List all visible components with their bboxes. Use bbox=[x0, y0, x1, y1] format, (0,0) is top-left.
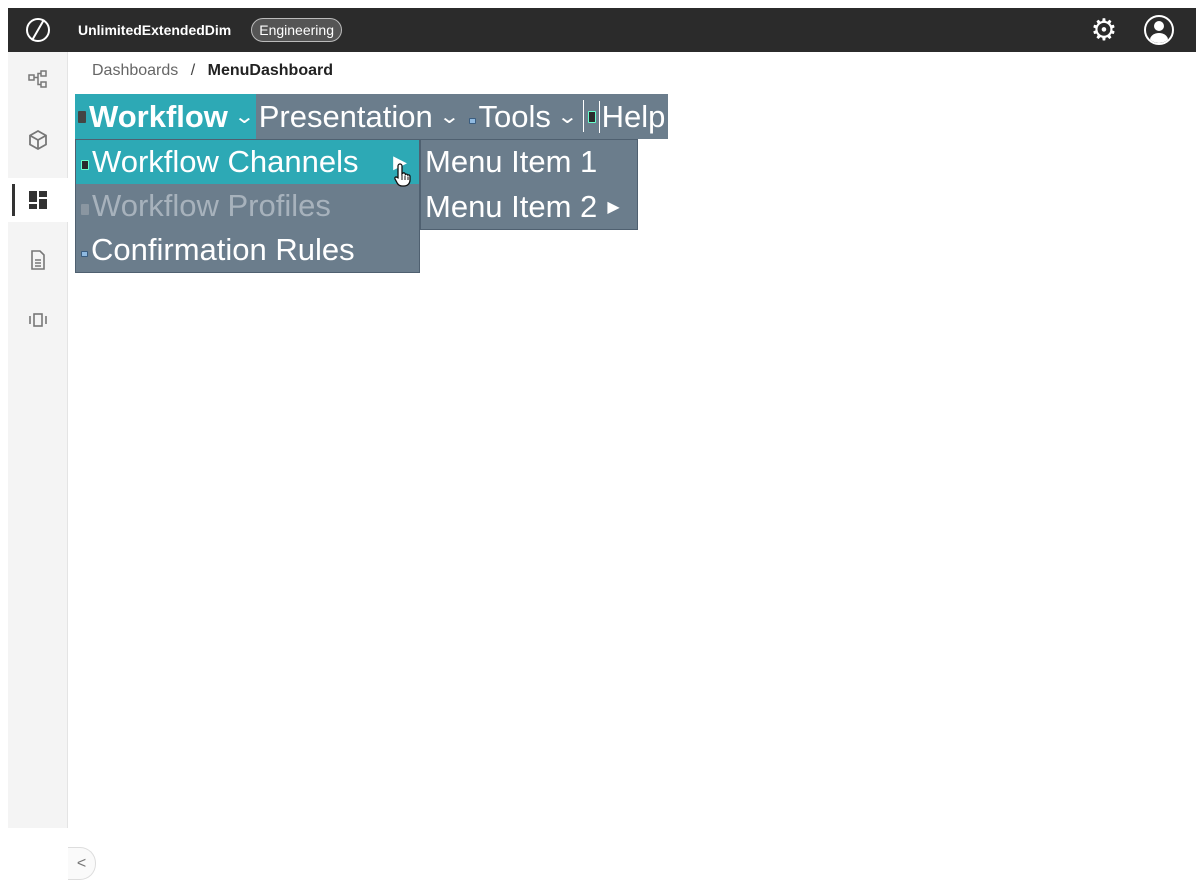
dropdown-item-workflow-channels[interactable]: Workflow Channels ▶ bbox=[76, 140, 419, 184]
menu-presentation-label: Presentation bbox=[258, 98, 433, 134]
menu-divider bbox=[582, 100, 584, 132]
document-icon bbox=[31, 250, 45, 270]
hand-pointer-cursor-icon bbox=[394, 163, 411, 187]
app-logo-icon[interactable] bbox=[8, 8, 68, 52]
tools-menu-icon bbox=[468, 117, 476, 124]
sidebar-cube[interactable] bbox=[8, 118, 68, 162]
workflow-channels-icon bbox=[81, 160, 89, 170]
sidebar-documents[interactable] bbox=[8, 238, 68, 282]
top-bar: UnlimitedExtendedDim Engineering ⚙ bbox=[8, 8, 1196, 52]
dropdown-item-confirmation-rules[interactable]: Confirmation Rules bbox=[76, 228, 419, 272]
sidebar-hierarchy[interactable] bbox=[8, 58, 68, 102]
menu-help[interactable]: Help bbox=[587, 94, 669, 139]
chevron-down-icon: ⌄ bbox=[438, 106, 461, 128]
sidebar-dashboards[interactable] bbox=[8, 178, 68, 222]
help-menu-icon bbox=[587, 110, 596, 123]
hierarchy-icon bbox=[28, 70, 47, 88]
submenu-item-2[interactable]: Menu Item 2 ▶ bbox=[421, 185, 637, 229]
workflow-dropdown: Workflow Channels ▶ Workflow Profiles Co… bbox=[75, 139, 420, 273]
workflow-menu-icon bbox=[78, 110, 86, 123]
confirmation-rules-icon bbox=[81, 251, 88, 257]
dropdown-item-workflow-profiles[interactable]: Workflow Profiles bbox=[76, 184, 419, 228]
breadcrumb: Dashboards / MenuDashboard bbox=[92, 62, 333, 80]
menu-workflow-label: Workflow bbox=[89, 98, 228, 134]
menu-presentation[interactable]: Presentation ⌄ bbox=[256, 94, 461, 139]
submenu-item-1[interactable]: Menu Item 1 bbox=[421, 140, 637, 184]
environment-badge[interactable]: Engineering bbox=[251, 18, 342, 42]
breadcrumb-dashboards[interactable]: Dashboards bbox=[92, 62, 178, 79]
sidebar-carousel[interactable] bbox=[8, 298, 68, 342]
breadcrumb-current: MenuDashboard bbox=[207, 62, 333, 79]
workflow-profiles-icon bbox=[81, 203, 89, 215]
app-name[interactable]: UnlimitedExtendedDim bbox=[78, 22, 231, 38]
collapse-sidebar-chevron-left-icon[interactable]: < bbox=[68, 847, 96, 880]
chevron-down-icon: ⌄ bbox=[556, 106, 579, 128]
workflow-channels-submenu: Menu Item 1 Menu Item 2 ▶ bbox=[420, 139, 638, 230]
dropdown-item-label: Workflow Profiles bbox=[92, 188, 331, 223]
menu-bar: Workflow ⌄ Presentation ⌄ Tools ⌄ Help bbox=[75, 94, 669, 139]
settings-gear-icon[interactable]: ⚙ bbox=[1082, 8, 1126, 52]
menu-divider bbox=[598, 100, 600, 133]
submenu-item-label: Menu Item 2 bbox=[425, 189, 598, 224]
menu-workflow[interactable]: Workflow ⌄ bbox=[75, 94, 256, 139]
submenu-arrow-right-icon: ▶ bbox=[607, 199, 620, 216]
carousel-icon bbox=[29, 313, 47, 327]
dropdown-item-label: Workflow Channels bbox=[92, 144, 359, 179]
breadcrumb-separator: / bbox=[190, 62, 196, 79]
dropdown-item-label: Confirmation Rules bbox=[91, 232, 355, 267]
chevron-down-icon: ⌄ bbox=[233, 106, 256, 128]
menu-tools[interactable]: Tools ⌄ bbox=[461, 94, 579, 139]
cube-icon bbox=[29, 129, 47, 151]
submenu-item-label: Menu Item 1 bbox=[425, 144, 598, 179]
user-profile-icon[interactable] bbox=[1144, 15, 1174, 45]
left-sidebar: < bbox=[8, 52, 96, 880]
menu-tools-label: Tools bbox=[478, 98, 551, 134]
menu-help-label: Help bbox=[601, 98, 666, 134]
dashboard-icon bbox=[29, 191, 47, 209]
